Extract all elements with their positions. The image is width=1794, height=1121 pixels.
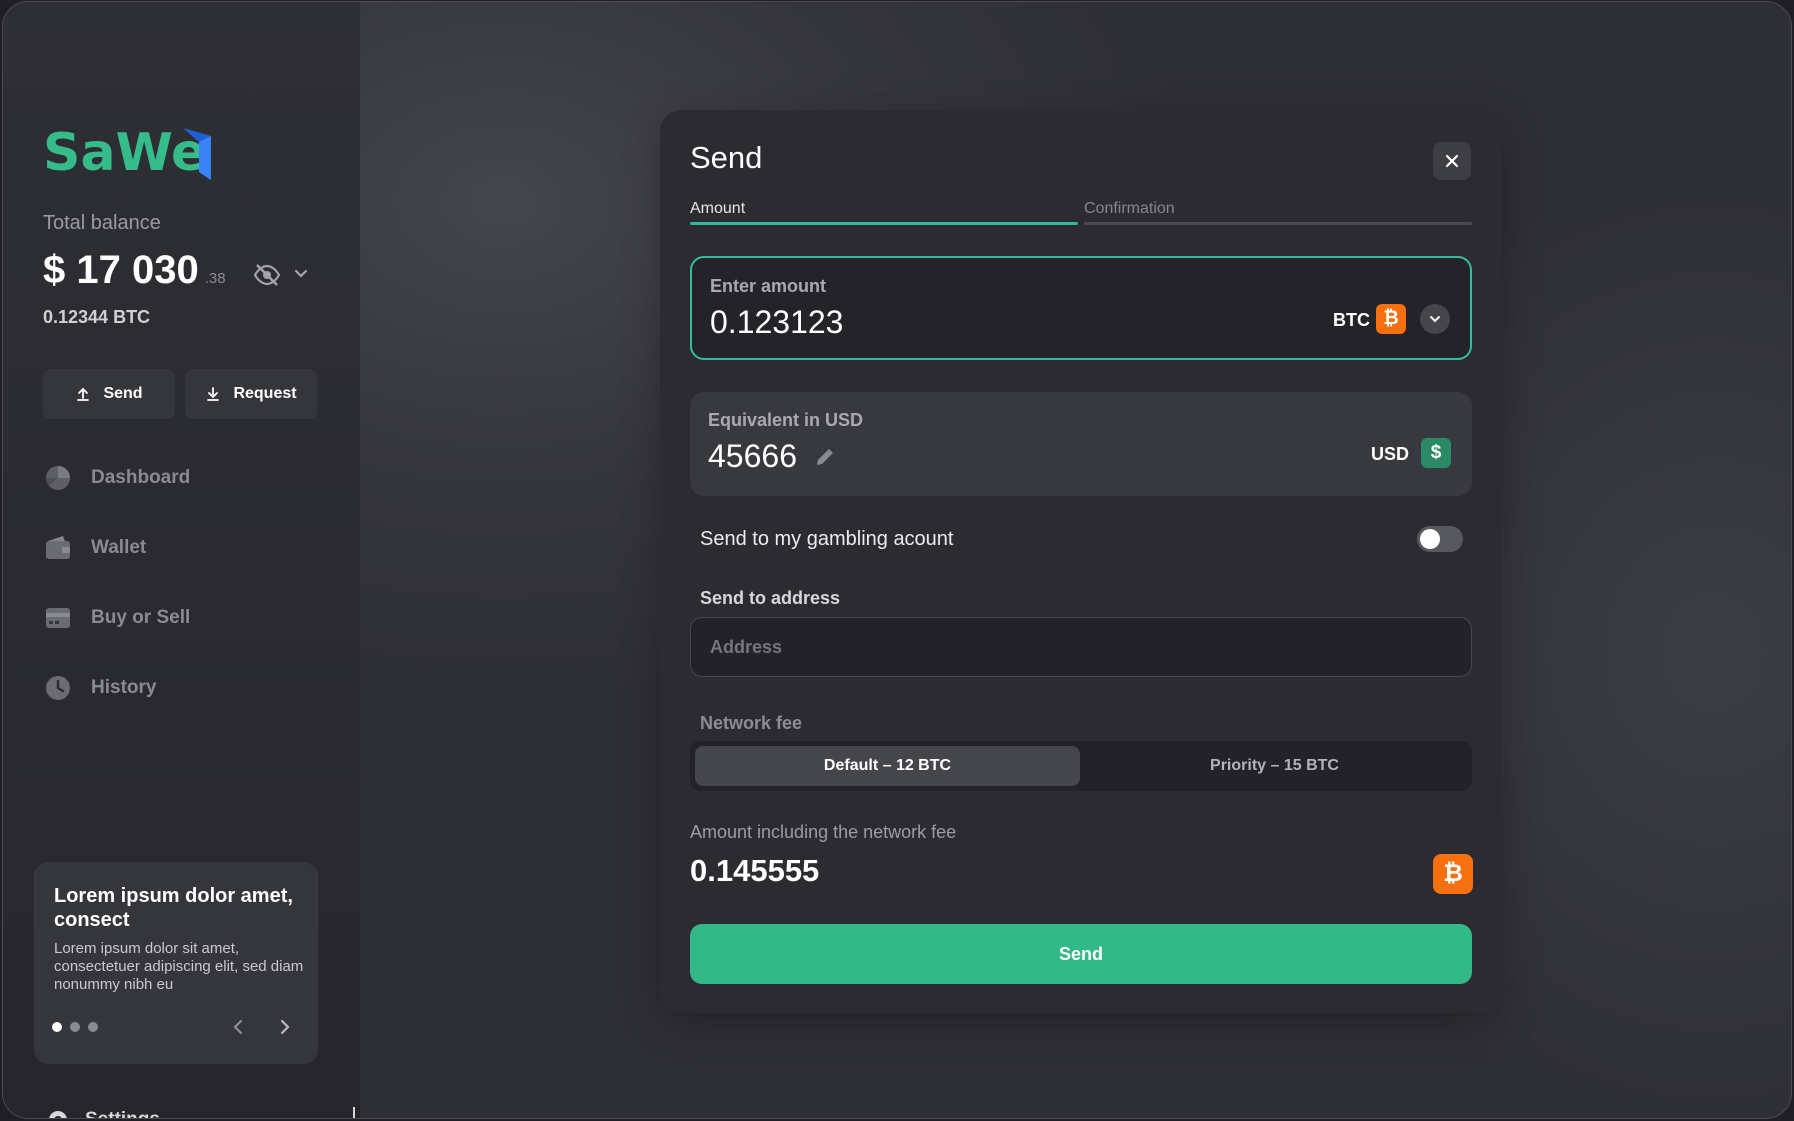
- sidebar-item-label: History: [91, 677, 157, 698]
- usd-equivalent-label: Equivalent in USD: [708, 410, 864, 430]
- upload-icon: [77, 387, 90, 401]
- eye-off-icon[interactable]: [253, 264, 281, 286]
- tab-confirmation[interactable]: Confirmation: [1084, 200, 1175, 218]
- wallet-icon: [46, 536, 70, 559]
- usd-currency-code: USD: [1371, 444, 1410, 464]
- chevron-right-icon[interactable]: [275, 1018, 293, 1036]
- currency-dropdown-button[interactable]: [1420, 304, 1450, 334]
- amount-value[interactable]: 0.123123: [710, 304, 843, 341]
- clock-icon: [46, 676, 70, 700]
- sidebar-send-button[interactable]: Send: [43, 369, 175, 419]
- amount-field[interactable]: Enter amount 0.123123 BTC ₿: [690, 256, 1472, 360]
- promo-card: Lorem ipsum dolor amet, consect Lorem ip…: [34, 862, 318, 1064]
- close-icon: [1445, 154, 1459, 168]
- amount-currency-code: BTC: [1333, 310, 1370, 330]
- total-with-fee-label: Amount including the network fee: [690, 822, 957, 842]
- sidebar-send-label: Send: [103, 385, 143, 402]
- sidebar-item-settings[interactable]: Settings: [45, 1107, 160, 1118]
- gambling-toggle[interactable]: [1417, 526, 1463, 552]
- promo-body: Lorem ipsum dolor sit amet, consectetuer…: [54, 940, 304, 993]
- chevron-down-icon: [1430, 316, 1440, 323]
- sidebar-item-history[interactable]: History: [45, 675, 156, 701]
- download-icon: [207, 387, 220, 401]
- sidebar-divider: [353, 1107, 355, 1118]
- sidebar-item-dashboard[interactable]: Dashboard: [45, 465, 190, 491]
- carousel-dot[interactable]: [52, 1022, 62, 1032]
- promo-title: Lorem ipsum dolor amet, consect: [54, 885, 293, 931]
- fee-option-default[interactable]: Default – 12 BTC: [695, 746, 1080, 786]
- send-button[interactable]: Send: [690, 924, 1472, 984]
- btc-balance: 0.12344 BTC: [43, 307, 151, 327]
- carousel-dot[interactable]: [70, 1022, 80, 1032]
- gear-icon: [49, 1111, 67, 1118]
- pencil-icon[interactable]: [814, 446, 836, 468]
- sidebar: SaWe Total balance $ 17 030 .38 0.12344 …: [3, 2, 360, 1118]
- carousel-dot[interactable]: [88, 1022, 98, 1032]
- send-modal: Send Amount Confirmation Enter amount 0.…: [660, 110, 1502, 1013]
- close-button[interactable]: [1433, 142, 1471, 180]
- tab-amount[interactable]: Amount: [690, 200, 745, 218]
- logo-mark: SaWe: [43, 123, 211, 183]
- bitcoin-icon: ₿: [1433, 854, 1473, 894]
- network-fee-selector: Default – 12 BTC Priority – 15 BTC: [690, 741, 1472, 791]
- total-with-fee-value: 0.145555: [690, 853, 820, 888]
- sidebar-item-label: Buy or Sell: [91, 607, 191, 628]
- sidebar-request-button[interactable]: Request: [185, 369, 317, 419]
- balance-cents: .38: [204, 270, 226, 287]
- balance-main: $ 17 030: [43, 248, 199, 292]
- total-balance: $ 17 030 .38: [43, 248, 226, 293]
- bitcoin-icon: ₿: [1376, 304, 1406, 334]
- fee-option-priority[interactable]: Priority – 15 BTC: [1082, 746, 1467, 786]
- usd-equivalent-field[interactable]: Equivalent in USD 45666 USD $: [690, 392, 1472, 496]
- card-icon: [46, 608, 70, 628]
- sidebar-item-label: Dashboard: [91, 467, 191, 488]
- gambling-toggle-label: Send to my gambling acount: [700, 528, 954, 550]
- modal-title: Send: [690, 140, 763, 175]
- balance-dropdown-icon[interactable]: [293, 266, 309, 282]
- network-fee-label: Network fee: [700, 713, 803, 733]
- brand-logo[interactable]: SaWe: [43, 122, 223, 184]
- total-balance-label: Total balance: [43, 212, 161, 234]
- dollar-icon: $: [1421, 438, 1451, 468]
- tab-confirmation-indicator: [1084, 222, 1472, 225]
- logo-text: SaWe: [43, 123, 206, 183]
- app-window: SaWe Total balance $ 17 030 .38 0.12344 …: [2, 1, 1792, 1119]
- chevron-left-icon[interactable]: [230, 1018, 248, 1036]
- sidebar-request-label: Request: [233, 385, 297, 402]
- address-label: Send to address: [700, 588, 841, 608]
- address-input[interactable]: [690, 617, 1472, 677]
- sidebar-item-label: Wallet: [91, 537, 147, 558]
- sidebar-item-wallet[interactable]: Wallet: [45, 535, 146, 561]
- toggle-knob: [1420, 529, 1440, 549]
- sidebar-item-buy-sell[interactable]: Buy or Sell: [45, 605, 190, 631]
- carousel-dots: [52, 1022, 98, 1032]
- tab-amount-indicator: [690, 222, 1078, 225]
- sidebar-item-label: Settings: [85, 1109, 160, 1118]
- usd-equivalent-value[interactable]: 45666: [708, 438, 797, 475]
- pie-chart-icon: [45, 466, 70, 490]
- amount-label: Enter amount: [710, 276, 827, 296]
